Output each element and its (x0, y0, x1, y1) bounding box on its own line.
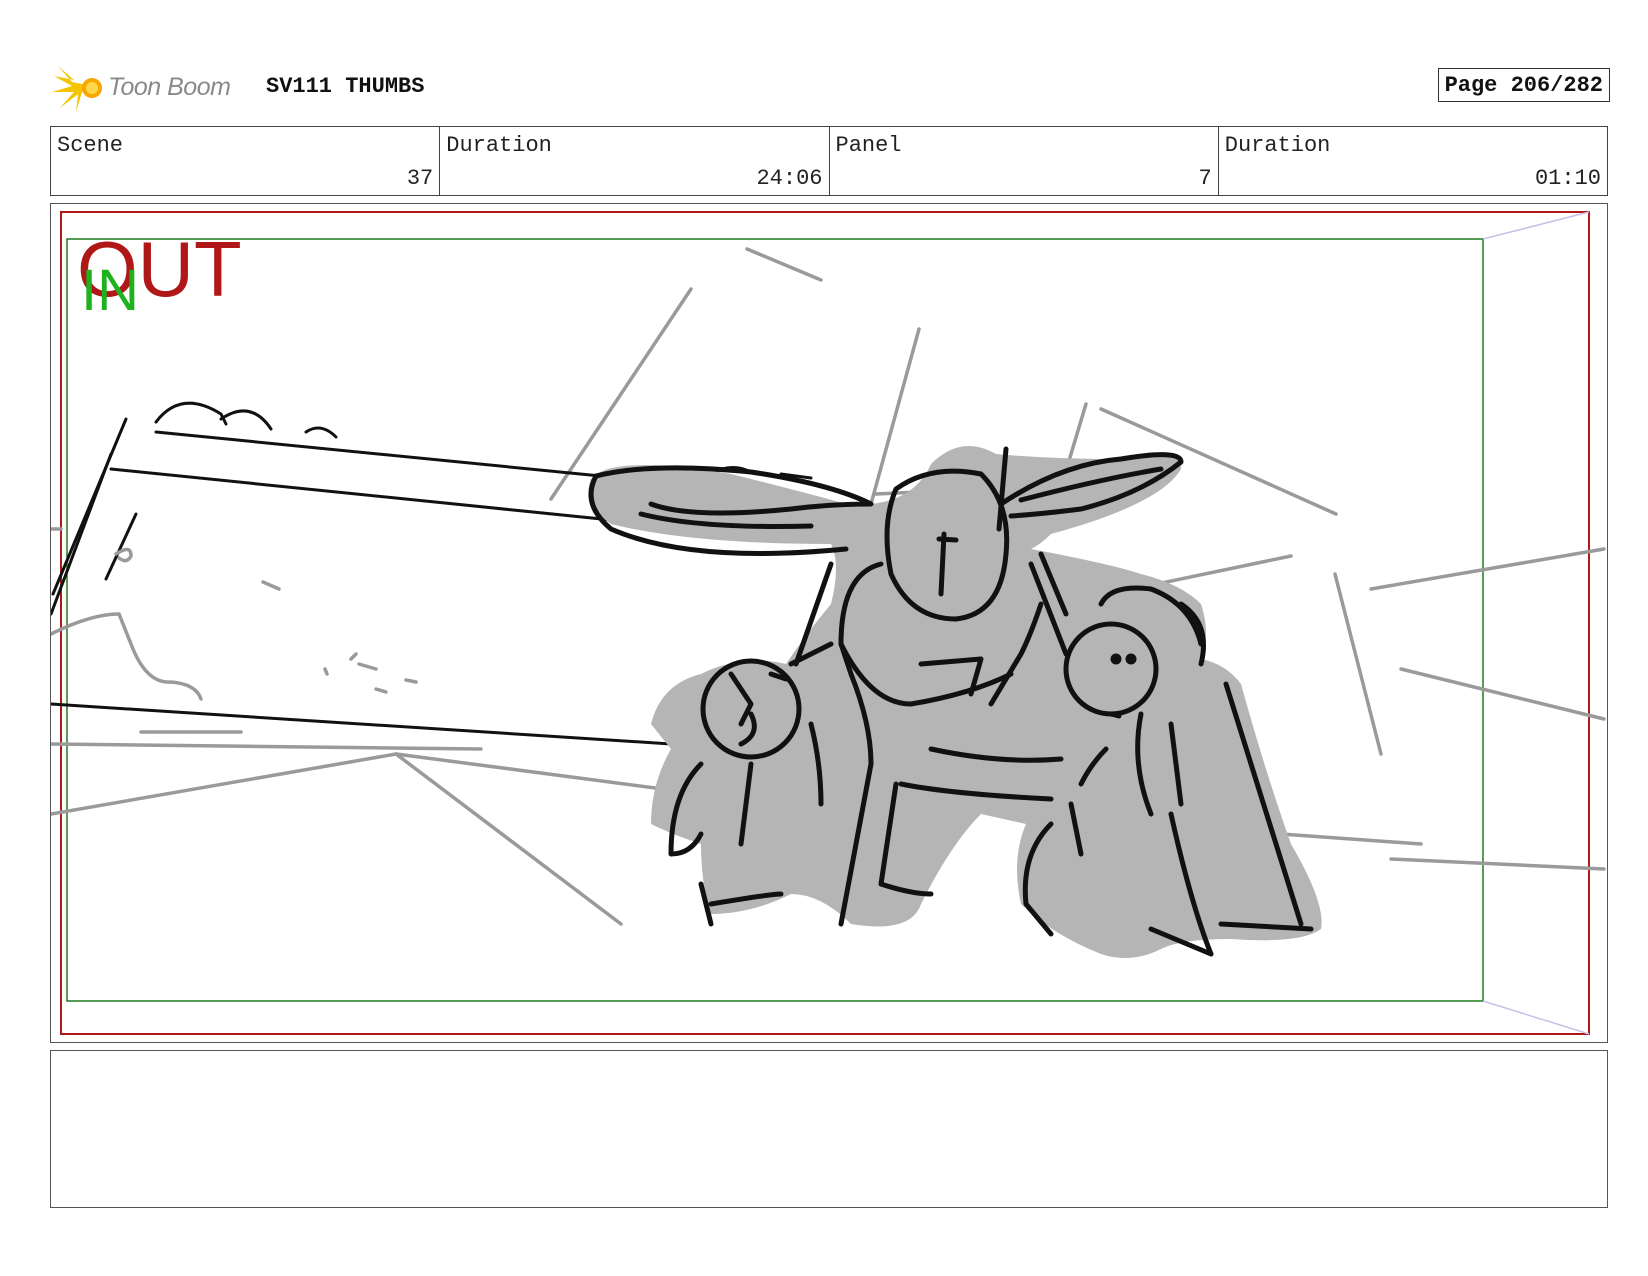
scene-cell: Scene 37 (51, 127, 441, 195)
panel-sketch (51, 211, 1606, 1035)
document-title: SV111 THUMBS (266, 74, 425, 99)
scene-duration-value: 24:06 (756, 166, 823, 191)
panel-notes-box[interactable] (50, 1050, 1608, 1208)
page-indicator: Page 206/282 (1437, 68, 1610, 102)
scene-value: 37 (406, 166, 434, 191)
scene-label: Scene (57, 133, 124, 158)
logo-text: Toon Boom (108, 73, 231, 101)
scene-duration-label: Duration (446, 133, 552, 158)
panel-cell: Panel 7 (830, 127, 1219, 195)
panel-duration-value: 01:10 (1534, 166, 1601, 191)
in-label: IN (81, 258, 139, 323)
toon-boom-logo: Toon Boom (52, 62, 252, 114)
panel-duration-cell: Duration 01:10 (1219, 127, 1607, 195)
camera-guides (1482, 211, 1590, 1035)
starburst-logo-icon (52, 66, 102, 112)
scene-info-table: Scene 37 Duration 24:06 Panel 7 Duration… (50, 126, 1608, 196)
ledge-details (51, 527, 418, 701)
panel-duration-label: Duration (1224, 133, 1331, 158)
panel-label: Panel (835, 133, 902, 158)
storyboard-panel: OUT IN (50, 203, 1608, 1043)
page-header: Toon Boom SV111 THUMBS Page 206/282 (50, 58, 1610, 118)
panel-value: 7 (1198, 166, 1212, 191)
scene-duration-cell: Duration 24:06 (440, 127, 830, 195)
